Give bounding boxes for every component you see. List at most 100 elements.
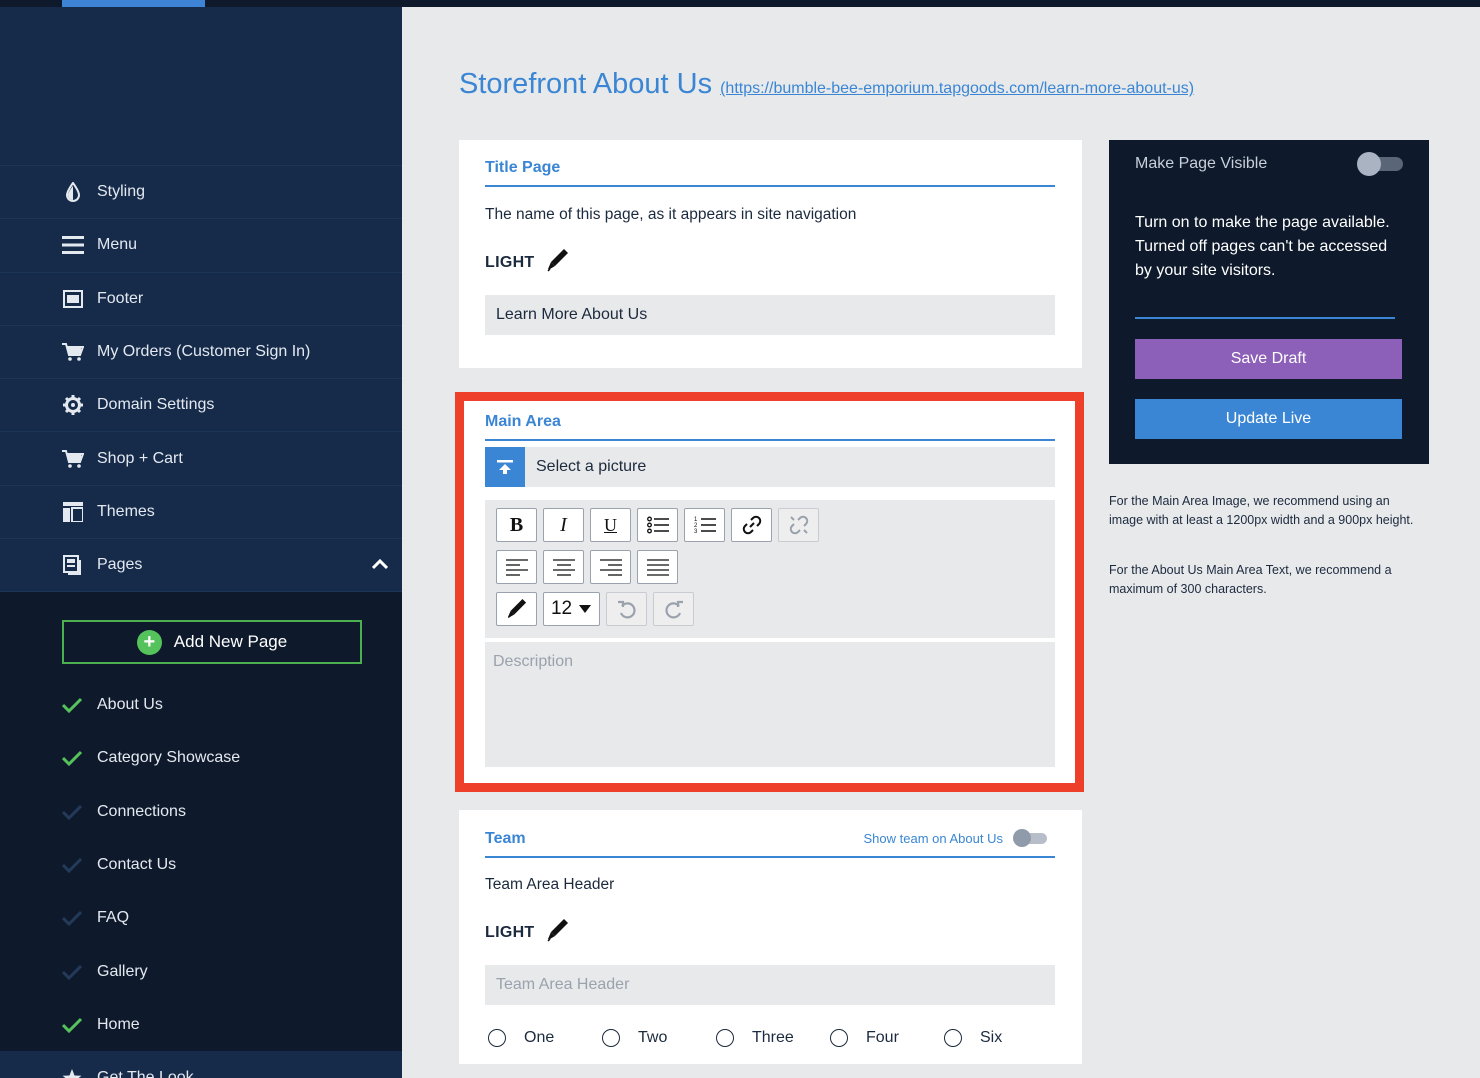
rich-text-toolbar: B I U 123 12 [485, 500, 1055, 638]
bullet-list-icon [646, 516, 669, 534]
visibility-label: Make Page Visible [1135, 155, 1268, 172]
page-item-label: About Us [97, 696, 163, 714]
caret-down-icon [579, 605, 592, 613]
sidebar-item-menu[interactable]: Menu [0, 219, 402, 273]
title-page-help: The name of this page, as it appears in … [485, 206, 857, 223]
text-color-button[interactable] [496, 592, 537, 626]
theme-label: LIGHT [485, 253, 535, 271]
align-center-icon [552, 559, 575, 576]
main-area-card-title: Main Area [485, 413, 1055, 441]
page-item-get-the-look[interactable]: Get The Look [0, 1051, 402, 1078]
team-header-input[interactable]: Team Area Header [485, 965, 1055, 1005]
cart-icon [62, 448, 84, 470]
sidebar-item-label: Shop + Cart [97, 449, 183, 467]
bullet-list-button[interactable] [637, 508, 678, 542]
page-item-category-showcase[interactable]: Category Showcase [0, 732, 402, 785]
select-picture-label: Select a picture [536, 458, 647, 475]
main-area-card: Main Area Select a picture B I U 123 12 … [464, 401, 1075, 783]
radio-label: Two [638, 1029, 668, 1046]
add-new-page-label: Add New Page [173, 632, 288, 652]
add-new-page-button[interactable]: + Add New Page [62, 620, 362, 665]
page-item-about-us[interactable]: About Us [0, 678, 402, 731]
sidebar-item-my-orders[interactable]: My Orders (Customer Sign In) [0, 325, 402, 380]
check-icon [62, 964, 84, 980]
page-item-label: Get The Look [97, 1069, 194, 1078]
page-item-contact-us[interactable]: Contact Us [0, 838, 402, 891]
team-card: Team Show team on About Us Team Area Hea… [459, 810, 1082, 1064]
team-theme-row: LIGHT [485, 918, 1055, 947]
sidebar-item-domain-settings[interactable]: Domain Settings [0, 379, 402, 433]
sidebar-item-pages[interactable]: Pages [0, 539, 402, 593]
toggle-knob [1013, 829, 1031, 847]
radio-label: Four [866, 1029, 899, 1046]
bold-button[interactable]: B [496, 508, 537, 542]
page-item-connections[interactable]: Connections [0, 785, 402, 838]
team-help: Team Area Header [485, 876, 615, 893]
pages-icon [62, 554, 84, 576]
radio-circle[interactable] [602, 1029, 620, 1047]
page-url-link[interactable]: (https://bumble-bee-emporium.tapgoods.co… [720, 80, 1194, 98]
gear-icon [62, 394, 84, 416]
radio-label: Three [752, 1029, 794, 1046]
radio-one[interactable]: One [485, 1029, 599, 1047]
italic-button[interactable]: I [543, 508, 584, 542]
svg-text:3: 3 [694, 529, 698, 534]
pages-subnav: + Add New Page About Us Category Showcas… [0, 592, 402, 1078]
page-item-home[interactable]: Home [0, 998, 402, 1051]
sidebar-item-themes[interactable]: Themes [0, 485, 402, 540]
update-live-button[interactable]: Update Live [1135, 399, 1402, 439]
align-center-button[interactable] [543, 550, 584, 584]
align-justify-button[interactable] [637, 550, 678, 584]
sidebar: Styling Menu Footer My Orders (Customer … [0, 7, 402, 1078]
align-right-button[interactable] [590, 550, 631, 584]
text-recommendation: For the About Us Main Area Text, we reco… [1109, 563, 1392, 596]
radio-circle[interactable] [830, 1029, 848, 1047]
check-icon [62, 910, 84, 927]
page-item-faq[interactable]: FAQ [0, 892, 402, 945]
font-size-select[interactable]: 12 [543, 592, 600, 626]
pen-icon[interactable] [546, 918, 569, 947]
link-button[interactable] [731, 508, 772, 542]
upload-icon[interactable] [485, 447, 525, 487]
sidebar-item-footer[interactable]: Footer [0, 272, 402, 326]
save-draft-button[interactable]: Save Draft [1135, 339, 1402, 379]
sidebar-item-label: Menu [97, 236, 138, 254]
page-item-gallery[interactable]: Gallery [0, 945, 402, 998]
unlink-icon [789, 515, 808, 535]
radio-circle[interactable] [944, 1029, 962, 1047]
radio-circle[interactable] [488, 1029, 506, 1047]
radio-six[interactable]: Six [941, 1029, 1055, 1047]
check-icon [62, 697, 84, 714]
undo-button[interactable] [606, 592, 647, 626]
panel-divider [1135, 317, 1395, 319]
radio-circle[interactable] [716, 1029, 734, 1047]
align-justify-icon [646, 559, 669, 576]
page-item-label: Home [97, 1015, 140, 1033]
radio-two[interactable]: Two [599, 1029, 713, 1047]
make-visible-toggle[interactable] [1357, 152, 1403, 176]
theme-label: LIGHT [485, 923, 535, 941]
numbered-list-button[interactable]: 123 [684, 508, 725, 542]
page-title-input[interactable]: Learn More About Us [485, 295, 1055, 335]
unlink-button[interactable] [778, 508, 819, 542]
check-icon [62, 857, 84, 873]
sidebar-item-label: Domain Settings [97, 396, 215, 414]
radio-three[interactable]: Three [713, 1029, 827, 1047]
chevron-up-icon[interactable] [371, 557, 389, 575]
page-item-label: FAQ [97, 909, 130, 927]
redo-button[interactable] [653, 592, 694, 626]
layout-icon [62, 501, 84, 523]
sidebar-item-styling[interactable]: Styling [0, 166, 402, 220]
underline-button[interactable]: U [590, 508, 631, 542]
radio-four[interactable]: Four [827, 1029, 941, 1047]
sidebar-item-label: Styling [97, 183, 146, 201]
pen-icon[interactable] [546, 248, 569, 277]
show-team-toggle[interactable] [1013, 829, 1047, 847]
description-textarea[interactable]: Description [485, 642, 1055, 767]
page-item-label: Connections [97, 802, 186, 820]
align-left-button[interactable] [496, 550, 537, 584]
page-item-label: Category Showcase [97, 749, 241, 767]
select-picture-row[interactable]: Select a picture [485, 447, 1055, 487]
sidebar-item-shop-cart[interactable]: Shop + Cart [0, 432, 402, 486]
show-team-control: Show team on About Us [864, 829, 1047, 847]
